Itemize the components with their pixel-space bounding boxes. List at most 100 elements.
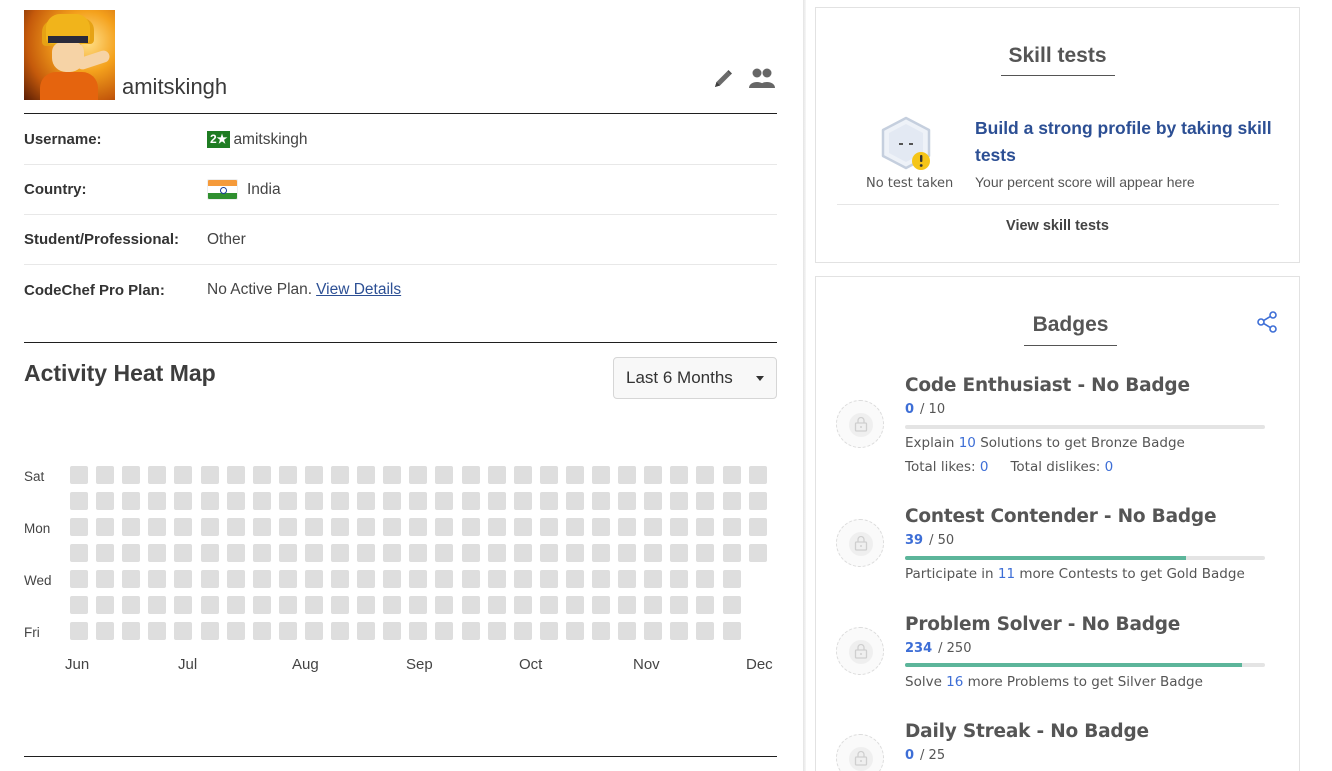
heatmap-cell[interactable] (513, 596, 532, 614)
heatmap-cell[interactable] (539, 466, 558, 484)
heatmap-cell[interactable] (383, 466, 402, 484)
heatmap-cell[interactable] (461, 492, 480, 510)
heatmap-cell[interactable] (304, 622, 323, 640)
heatmap-cell[interactable] (278, 570, 297, 588)
heatmap-cell[interactable] (461, 622, 480, 640)
heatmap-cell[interactable] (226, 570, 245, 588)
heatmap-cell[interactable] (70, 518, 88, 536)
heatmap-cell[interactable] (618, 518, 637, 536)
view-skill-tests-link[interactable]: View skill tests (816, 218, 1299, 234)
heatmap-cell[interactable] (748, 466, 767, 484)
heatmap-cell[interactable] (644, 518, 663, 536)
heatmap-cell[interactable] (70, 466, 88, 484)
heatmap-cell[interactable] (722, 492, 741, 510)
heatmap-cell[interactable] (226, 596, 245, 614)
heatmap-cell[interactable] (357, 596, 376, 614)
heatmap-cell[interactable] (383, 622, 402, 640)
heatmap-cell[interactable] (696, 492, 715, 510)
heatmap-cell[interactable] (174, 622, 193, 640)
view-details-link[interactable]: View Details (316, 281, 401, 299)
heatmap-cell[interactable] (618, 570, 637, 588)
heatmap-cell[interactable] (487, 518, 506, 536)
heatmap-cell[interactable] (722, 622, 741, 640)
heatmap-cell[interactable] (252, 622, 271, 640)
heatmap-cell[interactable] (252, 492, 271, 510)
heatmap-cell[interactable] (461, 596, 480, 614)
heatmap-cell[interactable] (487, 466, 506, 484)
heatmap-cell[interactable] (200, 622, 219, 640)
heatmap-cell[interactable] (122, 570, 141, 588)
heatmap-cell[interactable] (539, 570, 558, 588)
heatmap-cell[interactable] (304, 544, 323, 562)
heatmap-cell[interactable] (200, 466, 219, 484)
heatmap-cell[interactable] (200, 518, 219, 536)
heatmap-cell[interactable] (539, 492, 558, 510)
heatmap-cell[interactable] (96, 596, 115, 614)
heatmap-cell[interactable] (435, 570, 454, 588)
heatmap-cell[interactable] (200, 570, 219, 588)
heatmap-cell[interactable] (278, 544, 297, 562)
heatmap-cell[interactable] (383, 544, 402, 562)
heatmap-cell[interactable] (226, 622, 245, 640)
heatmap-cell[interactable] (331, 544, 349, 562)
heatmap-cell[interactable] (565, 518, 584, 536)
heatmap-cell[interactable] (696, 544, 715, 562)
heatmap-cell[interactable] (565, 492, 584, 510)
heatmap-cell[interactable] (252, 518, 271, 536)
heatmap-cell[interactable] (200, 544, 219, 562)
heatmap-cell[interactable] (278, 622, 297, 640)
heatmap-cell[interactable] (70, 570, 88, 588)
heatmap-cell[interactable] (670, 596, 689, 614)
heatmap-cell[interactable] (278, 492, 297, 510)
heatmap-cell[interactable] (722, 466, 741, 484)
heatmap-cell[interactable] (748, 492, 767, 510)
heatmap-cell[interactable] (722, 596, 741, 614)
heatmap-cell[interactable] (148, 518, 167, 536)
heatmap-cell[interactable] (722, 518, 741, 536)
heatmap-cell[interactable] (357, 466, 376, 484)
heatmap-cell[interactable] (748, 518, 767, 536)
heatmap-cell[interactable] (748, 544, 767, 562)
heatmap-cell[interactable] (278, 466, 297, 484)
heatmap-cell[interactable] (148, 570, 167, 588)
heatmap-cell[interactable] (670, 544, 689, 562)
heatmap-cell[interactable] (670, 570, 689, 588)
heatmap-cell[interactable] (461, 570, 480, 588)
heatmap-cell[interactable] (618, 544, 637, 562)
heatmap-cell[interactable] (618, 466, 637, 484)
heatmap-cell[interactable] (122, 492, 141, 510)
heatmap-cell[interactable] (461, 466, 480, 484)
heatmap-cell[interactable] (565, 596, 584, 614)
heatmap-cell[interactable] (539, 622, 558, 640)
heatmap-cell[interactable] (122, 466, 141, 484)
heatmap-cell[interactable] (383, 518, 402, 536)
heatmap-cell[interactable] (644, 544, 663, 562)
heatmap-cell[interactable] (331, 622, 349, 640)
heatmap-cell[interactable] (96, 466, 115, 484)
heatmap-cell[interactable] (409, 518, 428, 536)
heatmap-cell[interactable] (122, 544, 141, 562)
heatmap-cell[interactable] (565, 570, 584, 588)
heatmap-cell[interactable] (644, 492, 663, 510)
share-icon[interactable] (1256, 311, 1278, 333)
heatmap-cell[interactable] (304, 596, 323, 614)
heatmap-cell[interactable] (722, 570, 741, 588)
heatmap-cell[interactable] (592, 518, 610, 536)
heatmap-cell[interactable] (618, 622, 637, 640)
heatmap-cell[interactable] (409, 544, 428, 562)
heatmap-cell[interactable] (174, 544, 193, 562)
heatmap-cell[interactable] (696, 570, 715, 588)
heatmap-cell[interactable] (487, 622, 506, 640)
heatmap-cell[interactable] (670, 466, 689, 484)
heatmap-cell[interactable] (70, 622, 88, 640)
heatmap-cell[interactable] (174, 518, 193, 536)
heatmap-cell[interactable] (70, 492, 88, 510)
heatmap-cell[interactable] (383, 570, 402, 588)
heatmap-cell[interactable] (252, 544, 271, 562)
heatmap-cell[interactable] (618, 492, 637, 510)
heatmap-cell[interactable] (357, 622, 376, 640)
heatmap-cell[interactable] (331, 466, 349, 484)
heatmap-cell[interactable] (644, 466, 663, 484)
heatmap-cell[interactable] (70, 544, 88, 562)
heatmap-cell[interactable] (592, 570, 610, 588)
